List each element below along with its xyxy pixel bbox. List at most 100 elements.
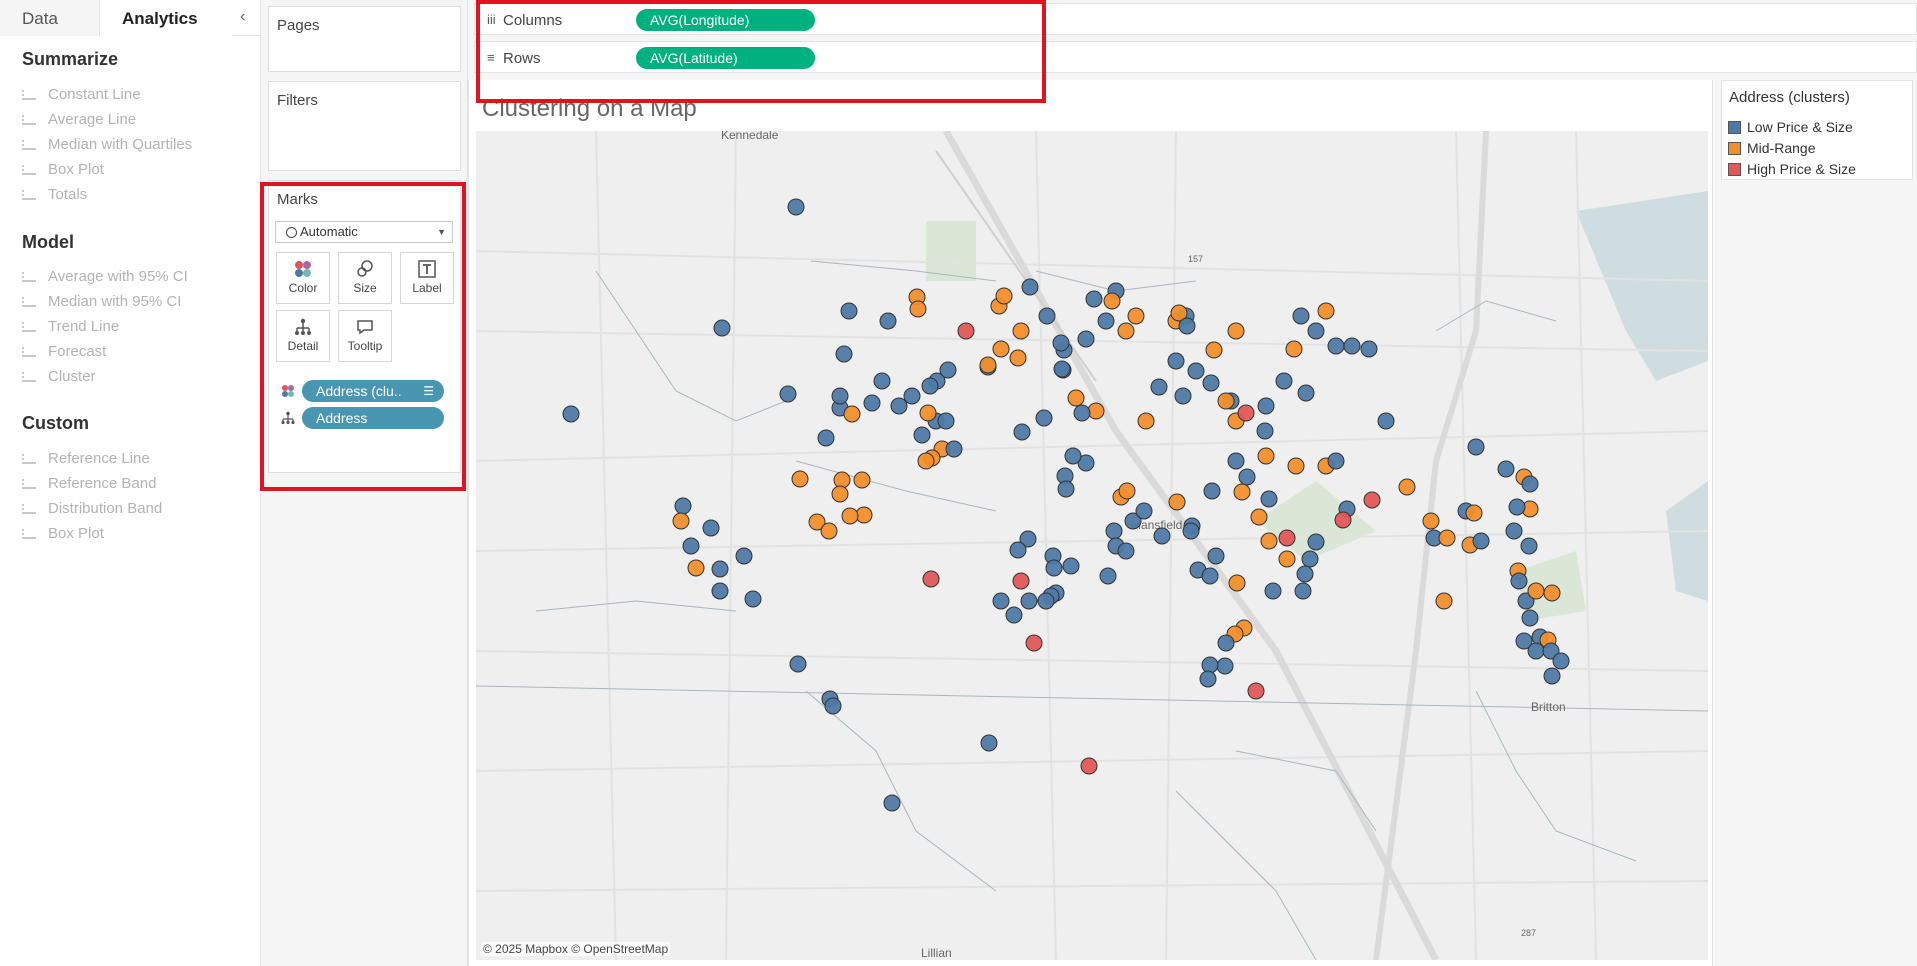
legend-swatch: [1728, 121, 1741, 134]
filters-card[interactable]: Filters: [268, 81, 461, 171]
analytics-item-average-ci[interactable]: Average with 95% CI: [22, 267, 188, 287]
map-point-mark: [1080, 757, 1098, 775]
map-point-mark: [1360, 340, 1378, 358]
map-point-mark: [1472, 532, 1490, 550]
size-button[interactable]: Size: [338, 252, 392, 304]
map-point-mark: [1103, 292, 1121, 310]
map-point-mark: [937, 412, 955, 430]
sheet-title[interactable]: Clustering on a Map: [482, 95, 697, 123]
analytics-item-median-ci[interactable]: Median with 95% CI: [22, 292, 181, 312]
legend-item-mid[interactable]: Mid-Range: [1728, 138, 1815, 158]
analytics-pane: Data Analytics ‹ Summarize Constant Line…: [0, 0, 261, 966]
map-point-mark: [1216, 657, 1234, 675]
map-point-mark: [1278, 550, 1296, 568]
analytics-item-constant-line[interactable]: Constant Line: [22, 85, 141, 105]
address-clusters-pill[interactable]: Address (clu.. ☰: [302, 380, 444, 402]
analytics-item-trend-line[interactable]: Trend Line: [22, 317, 119, 337]
map-point-mark: [1205, 341, 1223, 359]
map-view[interactable]: Kennedale Mansfield Britton Lillian 157 287 ©…: [476, 131, 1708, 960]
map-point-mark: [672, 512, 690, 530]
map-point-mark: [1203, 482, 1221, 500]
map-point-mark: [831, 485, 849, 503]
rows-shelf-label: Rows: [503, 50, 541, 67]
label-button[interactable]: Label: [400, 252, 454, 304]
color-dots-icon: [277, 259, 329, 281]
map-point-mark: [1217, 634, 1235, 652]
map-point-mark: [1527, 642, 1545, 660]
map-point-mark: [917, 452, 935, 470]
map-point-mark: [711, 560, 729, 578]
detail-button[interactable]: Detail: [276, 310, 330, 362]
map-point-mark: [1301, 550, 1319, 568]
map-point-mark: [687, 559, 705, 577]
analytics-item-average-line[interactable]: Average Line: [22, 110, 136, 130]
legend-item-high[interactable]: High Price & Size: [1728, 159, 1856, 179]
legend-item-low[interactable]: Low Price & Size: [1728, 117, 1853, 137]
map-attribution[interactable]: © 2025 Mapbox © OpenStreetMap: [481, 942, 671, 956]
map-point-mark: [791, 470, 809, 488]
map-point-mark: [1438, 529, 1456, 547]
map-point-mark: [787, 198, 805, 216]
address-pill[interactable]: Address: [302, 407, 444, 429]
collapse-pane-icon[interactable]: ‹: [240, 8, 245, 26]
map-point-mark: [890, 397, 908, 415]
analytics-item-distribution-band[interactable]: Distribution Band: [22, 499, 162, 519]
analytics-item-totals[interactable]: Totals: [22, 185, 87, 205]
map-point-mark: [843, 405, 861, 423]
map-point-mark: [1250, 508, 1268, 526]
analytics-item-box-plot-custom[interactable]: Box Plot: [22, 524, 104, 544]
map-place-label: Britton: [1531, 700, 1566, 714]
avg-longitude-pill[interactable]: AVG(Longitude): [636, 9, 815, 31]
map-point-mark: [1217, 392, 1235, 410]
color-button[interactable]: Color: [276, 252, 330, 304]
map-point-mark: [1187, 362, 1205, 380]
map-point-mark: [1178, 317, 1196, 335]
map-point-mark: [711, 582, 729, 600]
analytics-item-reference-band[interactable]: Reference Band: [22, 474, 156, 494]
map-point-mark: [913, 426, 931, 444]
map-point-mark: [922, 570, 940, 588]
tab-data[interactable]: Data: [0, 0, 100, 36]
map-point-mark: [945, 440, 963, 458]
mark-type-dropdown[interactable]: Automatic ▼: [275, 221, 453, 243]
map-point-mark: [879, 312, 897, 330]
analytics-item-reference-line[interactable]: Reference Line: [22, 449, 150, 469]
color-legend[interactable]: Address (clusters) Low Price & Size Mid-…: [1721, 80, 1913, 180]
median-ci-icon: [22, 297, 36, 307]
sort-bars-icon: ☰: [423, 384, 434, 398]
totals-icon: [22, 190, 36, 200]
analytics-item-cluster[interactable]: Cluster: [22, 367, 96, 387]
pages-card[interactable]: Pages: [268, 6, 461, 72]
map-point-mark: [1182, 522, 1200, 540]
map-point-mark: [992, 340, 1010, 358]
size-icon: [339, 259, 391, 281]
map-point-mark: [1025, 634, 1043, 652]
analytics-item-median-quartiles[interactable]: Median with Quartiles: [22, 135, 192, 155]
map-point-mark: [995, 287, 1013, 305]
columns-shelf[interactable]: iii Columns AVG(Longitude): [474, 3, 1917, 35]
text-t-icon: [401, 259, 453, 281]
chevron-down-icon: ▼: [437, 227, 446, 237]
tab-analytics[interactable]: Analytics: [100, 0, 232, 36]
map-point-mark: [1117, 322, 1135, 340]
map-point-mark: [957, 322, 975, 340]
map-point-mark: [1238, 468, 1256, 486]
tooltip-button[interactable]: Tooltip: [338, 310, 392, 362]
section-summarize: Summarize: [22, 49, 119, 69]
map-place-label: 157: [1188, 254, 1203, 264]
map-point-mark: [1099, 567, 1117, 585]
avg-latitude-pill[interactable]: AVG(Latitude): [636, 47, 815, 69]
map-point-mark: [1343, 337, 1361, 355]
analytics-item-forecast[interactable]: Forecast: [22, 342, 106, 362]
map-point-mark: [1257, 397, 1275, 415]
map-point-mark: [1278, 529, 1296, 547]
map-point-mark: [1073, 404, 1091, 422]
rows-shelf[interactable]: ≡ Rows AVG(Latitude): [474, 41, 1917, 73]
map-canvas[interactable]: KennedaleMansfieldBrittonLillian157287: [476, 131, 1708, 960]
analytics-item-box-plot[interactable]: Box Plot: [22, 160, 104, 180]
map-point-mark: [817, 429, 835, 447]
map-point-mark: [1292, 307, 1310, 325]
legend-swatch: [1728, 142, 1741, 155]
map-point-mark: [1237, 404, 1255, 422]
map-point-mark: [1097, 312, 1115, 330]
